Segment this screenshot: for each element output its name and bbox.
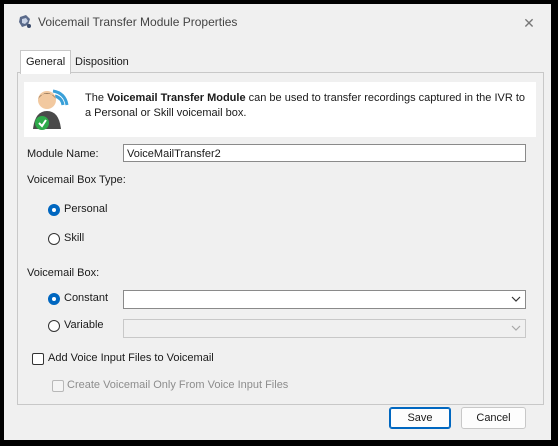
close-button[interactable]: ✕	[516, 12, 542, 34]
cancel-button[interactable]: Cancel	[461, 407, 526, 429]
title-bar: Voicemail Transfer Module Properties ✕	[4, 4, 551, 40]
properties-dialog: Voicemail Transfer Module Properties ✕ G…	[4, 4, 551, 440]
constant-radio[interactable]	[48, 293, 60, 305]
voicemail-transfer-icon	[33, 89, 69, 130]
variable-combobox	[123, 319, 526, 338]
voicemail-box-type-label: Voicemail Box Type:	[27, 174, 126, 186]
window-title: Voicemail Transfer Module Properties	[38, 15, 238, 29]
add-voice-input-checkbox[interactable]	[32, 353, 44, 365]
tab-general[interactable]: General	[20, 50, 72, 74]
info-module-name: Voicemail Transfer Module	[107, 92, 246, 104]
info-banner: The Voicemail Transfer Module can be use…	[24, 82, 536, 137]
save-button[interactable]: Save	[389, 407, 451, 429]
tab-disposition[interactable]: Disposition	[70, 52, 134, 72]
chevron-down-icon	[511, 325, 521, 331]
info-prefix: The	[85, 92, 108, 104]
personal-radio-label[interactable]: Personal	[64, 203, 107, 215]
info-text: The Voicemail Transfer Module can be use…	[85, 91, 530, 121]
personal-radio[interactable]	[48, 204, 60, 216]
skill-radio-label[interactable]: Skill	[64, 232, 84, 244]
constant-combobox[interactable]	[123, 290, 526, 309]
chevron-down-icon	[511, 296, 521, 302]
close-icon: ✕	[523, 15, 535, 31]
app-icon	[19, 15, 31, 28]
variable-radio[interactable]	[48, 320, 60, 332]
module-name-input[interactable]: VoiceMailTransfer2	[123, 144, 526, 162]
add-voice-input-label[interactable]: Add Voice Input Files to Voicemail	[48, 352, 214, 364]
voicemail-box-label: Voicemail Box:	[27, 267, 100, 279]
create-only-label: Create Voicemail Only From Voice Input F…	[67, 379, 289, 391]
variable-radio-label[interactable]: Variable	[64, 319, 104, 331]
constant-radio-label[interactable]: Constant	[64, 292, 108, 304]
skill-radio[interactable]	[48, 233, 60, 245]
create-only-checkbox	[52, 380, 64, 392]
module-name-label: Module Name:	[27, 148, 99, 160]
